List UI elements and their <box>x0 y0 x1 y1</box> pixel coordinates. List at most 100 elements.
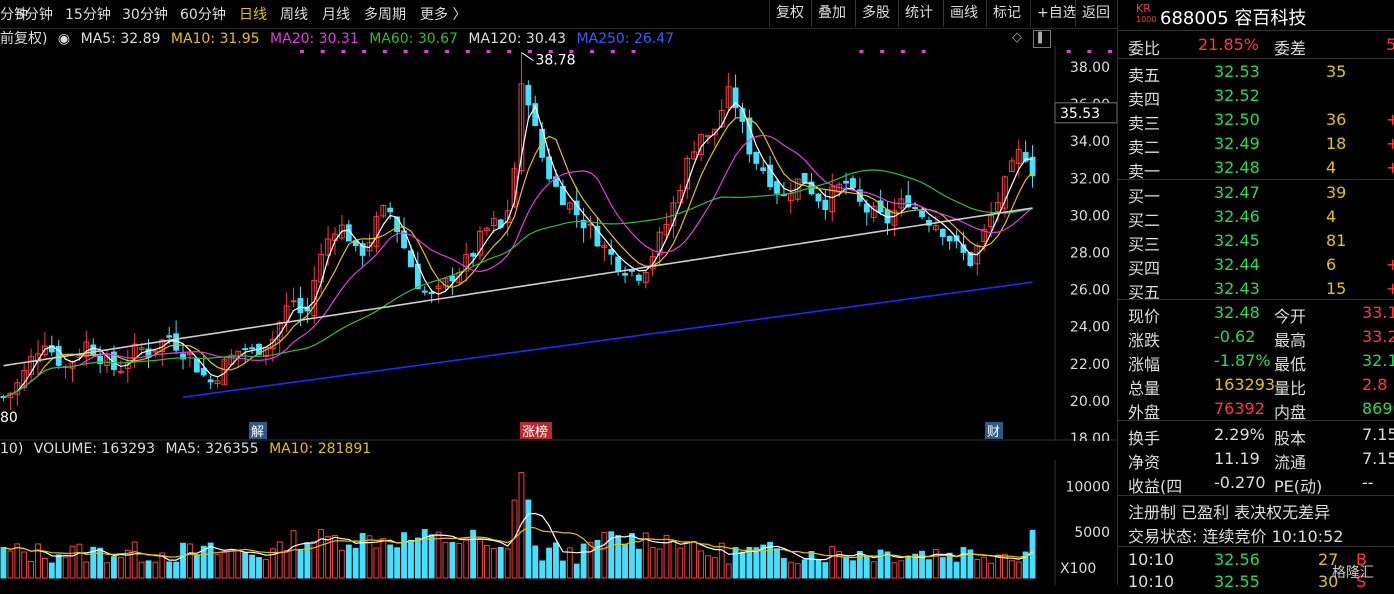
volume-bar <box>28 560 34 579</box>
volume-bar <box>207 542 214 579</box>
volume-bar <box>532 545 539 579</box>
volume-ma10: MA10: 281891 <box>269 441 372 457</box>
toolbar-button-0[interactable]: 复权 <box>769 0 810 27</box>
candle-body <box>90 344 97 356</box>
candle-body <box>173 333 180 351</box>
candle-body <box>290 300 297 303</box>
ma20-label: MA20: 30.31 <box>270 31 359 47</box>
candle-body <box>525 84 532 106</box>
volume-bar <box>504 548 511 579</box>
weicha-value: 5 <box>1386 35 1394 54</box>
volume-bar <box>276 541 283 579</box>
candle-body <box>470 253 477 257</box>
candle-body <box>207 379 214 383</box>
stat-label: 涨跌 <box>1128 331 1161 350</box>
quote-panel: KR 1000 688005 容百科技 委比 21.85% 委差 5 卖五 32.5… <box>1117 0 1394 591</box>
period-tab-3[interactable]: 30分钟 <box>122 4 168 24</box>
signal-dot <box>590 50 595 53</box>
bid-price: 32.44 <box>1214 255 1260 274</box>
toggle-icon[interactable]: ◉ <box>58 31 70 47</box>
toolbar-button-1[interactable]: 叠加 <box>811 0 852 27</box>
volume-legend: 10) VOLUME: 163293 MA5: 326355 MA10: 281… <box>0 441 377 457</box>
period-tab-1[interactable]: 5分钟 <box>16 4 53 24</box>
volume-bar <box>352 547 359 579</box>
bid-volume: 39 <box>1326 183 1347 202</box>
period-tab-9[interactable]: 更多 〉 <box>420 4 466 24</box>
period-tab-8[interactable]: 多周期 <box>364 4 406 24</box>
volume-bar <box>449 542 456 579</box>
volume-bar <box>829 546 836 579</box>
volume-bar <box>746 546 753 579</box>
stat-value: 7.15( <box>1362 425 1394 444</box>
volume-bar <box>373 547 380 579</box>
stat-label: 最高 <box>1274 331 1307 350</box>
period-tab-2[interactable]: 15分钟 <box>65 4 111 24</box>
candle-body <box>753 151 760 164</box>
volume-bar <box>850 560 856 579</box>
volume-bar <box>290 530 297 579</box>
candle-body <box>939 228 946 238</box>
signal-dot <box>900 50 905 53</box>
volume-bar <box>822 562 829 579</box>
volume-chart[interactable]: 10000 5000 X100 <box>0 460 1117 585</box>
period-tab-7[interactable]: 月线 <box>322 4 350 24</box>
notes-text: 注册制 已盈利 表决权无差异 <box>1128 503 1331 522</box>
toolbar-button-4[interactable]: 画线 <box>943 0 984 27</box>
signal-dot <box>631 50 636 53</box>
signal-dot <box>486 50 491 53</box>
volume-bar <box>131 541 138 579</box>
volume-bar <box>214 554 221 579</box>
volume-bar <box>35 543 41 579</box>
volume-bar <box>780 558 787 579</box>
volume-bar <box>1029 529 1036 579</box>
ma20-line <box>3 134 1033 398</box>
volume-bar <box>117 556 124 579</box>
toolbar-button-7[interactable]: 返回 <box>1075 0 1116 27</box>
trade-status: 交易状态: 连续竞价 10:10:52 <box>1128 527 1344 546</box>
stat-row: 涨幅 -1.87% 最低 32.1 <box>1118 349 1394 374</box>
volume-bar <box>587 542 594 579</box>
volume-bar <box>145 560 152 579</box>
volume-bar <box>387 544 394 579</box>
event-mark-label: 涨榜 <box>522 424 548 440</box>
bid-price: 32.45 <box>1214 231 1260 250</box>
tick-time: 10:10 <box>1128 550 1175 569</box>
tick-price: 32.55 <box>1214 572 1260 591</box>
volume-bar <box>670 540 677 579</box>
volume-bar <box>269 548 276 579</box>
volume-bar <box>698 550 704 579</box>
candle-body <box>428 291 435 295</box>
ma120-line <box>3 207 1033 367</box>
price-chart[interactable]: 38.0036.0034.0032.0030.0028.0026.0024.00… <box>0 46 1117 441</box>
top-toolbar: 分钟 5分钟 15分钟 30分钟 60分钟 日线 周线 月线 多周期 更多 〉 复权 叠加 多股 统计画… <box>0 0 1117 29</box>
adjust-label[interactable]: 前复权) <box>0 31 47 47</box>
stat-label: PE(动) <box>1274 477 1323 496</box>
ask-row: 卖五 32.53 35 <box>1118 60 1394 85</box>
volume-bar <box>926 559 932 579</box>
toolbar-button-3[interactable]: 统计 <box>898 0 939 27</box>
volume-bar <box>974 559 981 579</box>
volume-bar <box>187 543 193 579</box>
chart-options-icon[interactable]: ◇ <box>1012 30 1022 45</box>
volume-bar <box>401 532 407 579</box>
period-tab-5[interactable]: 日线 <box>239 4 267 24</box>
ma250-label: MA250: 26.47 <box>576 31 675 47</box>
period-tab-6[interactable]: 周线 <box>280 4 308 24</box>
ma10-label: MA10: 31.95 <box>170 31 260 47</box>
toolbar-button-5[interactable]: 标记 <box>986 0 1027 27</box>
candle-body <box>822 199 829 211</box>
bid-volume: 81 <box>1326 231 1347 250</box>
ask-label: 卖四 <box>1128 90 1161 109</box>
bid-row: 买五32.4315+1 <box>1118 277 1394 302</box>
stat-row: 换手 2.29% 股本 7.15( <box>1118 423 1394 448</box>
volume-bar <box>256 557 262 579</box>
stat-label: 流通 <box>1274 453 1307 472</box>
volume-bar <box>705 555 711 579</box>
period-tab-4[interactable]: 60分钟 <box>180 4 226 24</box>
price-tick-label: 24.00 <box>1070 320 1110 336</box>
price-tick-label: 26.00 <box>1070 283 1110 299</box>
stat-value: 32.48 <box>1214 303 1260 322</box>
candle-body <box>946 235 953 242</box>
toolbar-button-2[interactable]: 多股 <box>855 0 896 27</box>
stat-value: 163293 <box>1214 375 1276 394</box>
